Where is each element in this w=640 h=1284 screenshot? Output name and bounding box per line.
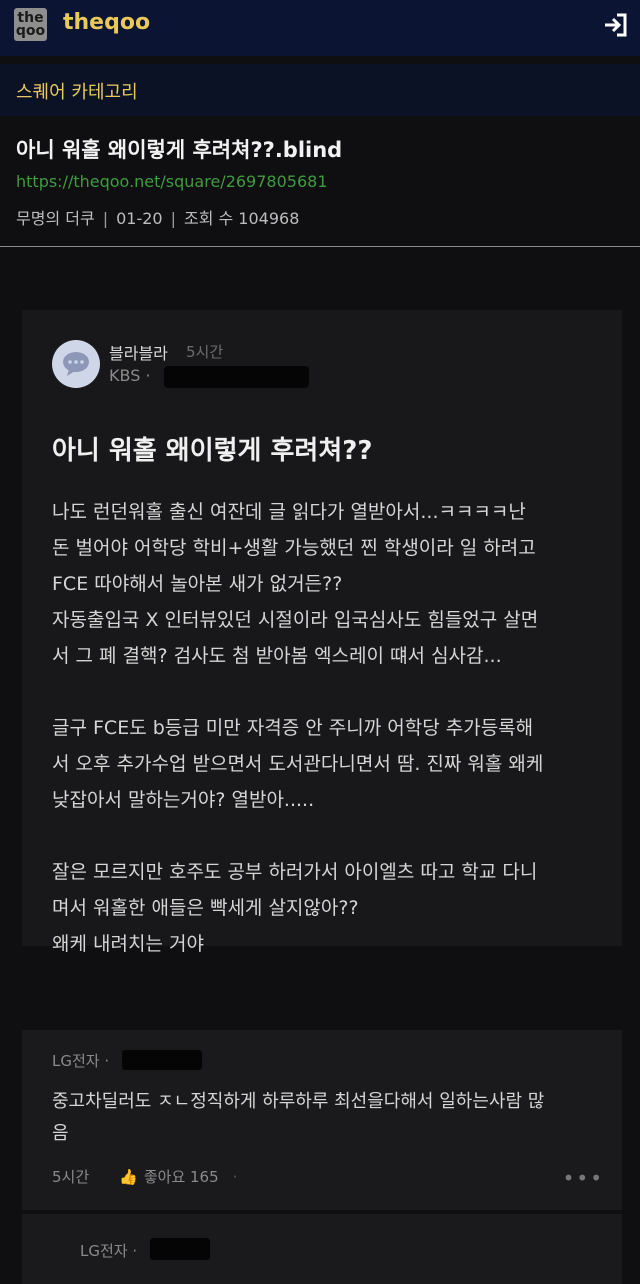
post-title: 아니 워홀 왜이렇게 후려쳐??.blind: [16, 138, 343, 162]
login-icon[interactable]: [602, 11, 630, 39]
comment-line: 음: [52, 1123, 69, 1144]
body-line: FCE 따야해서 놀아본 새가 없거든??: [52, 573, 343, 595]
blind-author-org: KBS ·: [109, 366, 151, 385]
redaction-mark: [122, 1050, 202, 1070]
like-count[interactable]: 좋아요 165: [144, 1166, 219, 1187]
body-line: 왜케 내려치는 거야: [52, 933, 204, 955]
blind-post-body: 나도 런던워홀 출신 여잔데 글 읽다가 열받아서...ㅋㅋㅋㅋ난 돈 벌어야 …: [52, 494, 612, 962]
brand-name[interactable]: theqoo: [63, 10, 150, 35]
post-date: 01-20: [116, 209, 163, 228]
blind-post-time: 5시간: [186, 343, 224, 361]
body-line: 낮잡아서 말하는거야? 열받아.....: [52, 789, 315, 811]
post-meta: 무명의 더쿠 | 01-20 | 조회 수 104968: [16, 205, 299, 229]
speech-bubble-icon: [63, 352, 89, 376]
post-views: 조회 수 104968: [183, 209, 300, 228]
dot-separator: ·: [232, 1167, 238, 1186]
body-line: 나도 런던워홀 출신 여잔데 글 읽다가 열받아서...ㅋㅋㅋㅋ난: [52, 501, 526, 523]
more-options-icon[interactable]: •••: [563, 1166, 604, 1190]
redaction-mark: [150, 1238, 210, 1260]
comment-org: LG전자 ·: [80, 1242, 138, 1260]
thumbs-up-icon[interactable]: 👍: [119, 1168, 138, 1186]
post-author: 무명의 더쿠: [16, 209, 95, 228]
blind-post-title: 아니 워홀 왜이렇게 후려쳐??: [52, 436, 373, 466]
body-line: 돈 벌어야 어학당 학비+생활 가능했던 찐 학생이라 일 하려고: [52, 537, 536, 559]
comment: LG전자 ·: [22, 1214, 622, 1284]
body-line: 글구 FCE도 b등급 미만 자격증 안 주니까 어학당 추가등록해: [52, 717, 534, 739]
top-bar: the qoo theqoo: [0, 0, 640, 56]
blind-post-screenshot: 블라블라 5시간 KBS · 아니 워홀 왜이렇게 후려쳐?? 나도 런던워홀 …: [22, 310, 622, 955]
comment: LG전자 · 중고차딜러도 ㅈㄴ정직하게 하루하루 최선을다해서 일하는사람 많…: [22, 1030, 622, 1210]
body-line: 자동출입국 X 인터뷰있던 시절이라 입국심사도 힘들었구 살면: [52, 609, 539, 631]
category-link[interactable]: 스퀘어 카테고리: [16, 78, 138, 104]
blind-author-name: 블라블라: [109, 344, 168, 363]
category-bar: 스퀘어 카테고리: [0, 64, 640, 116]
comment-time: 5시간: [52, 1168, 90, 1186]
body-line: 서 오후 추가수업 받으면서 도서관다니면서 땀. 진짜 워홀 왜케: [52, 753, 544, 775]
theqoo-logo[interactable]: the qoo: [14, 8, 47, 41]
comment-body: 중고차딜러도 ㅈㄴ정직하게 하루하루 최선을다해서 일하는사람 많 음: [52, 1086, 612, 1150]
post-url-link[interactable]: https://theqoo.net/square/2697805681: [16, 172, 328, 191]
comment-footer: 5시간 👍 좋아요 165 ·: [52, 1166, 237, 1187]
redaction-mark: [164, 366, 309, 388]
logo-text-bottom: qoo: [15, 22, 46, 39]
body-line: 잘은 모르지만 호주도 공부 하러가서 아이엘츠 따고 학교 다니: [52, 861, 538, 883]
meta-separator: |: [102, 209, 109, 228]
comment-line: 중고차딜러도 ㅈㄴ정직하게 하루하루 최선을다해서 일하는사람 많: [52, 1091, 545, 1112]
comment-org: LG전자 ·: [52, 1052, 110, 1070]
body-line: 서 그 폐 결핵? 검사도 첨 받아봄 엑스레이 떄서 심사감...: [52, 645, 502, 667]
divider: [0, 246, 640, 247]
body-line: 며서 워홀한 애들은 빡세게 살지않아??: [52, 897, 359, 919]
avatar: [52, 340, 100, 388]
meta-separator: |: [170, 209, 176, 228]
